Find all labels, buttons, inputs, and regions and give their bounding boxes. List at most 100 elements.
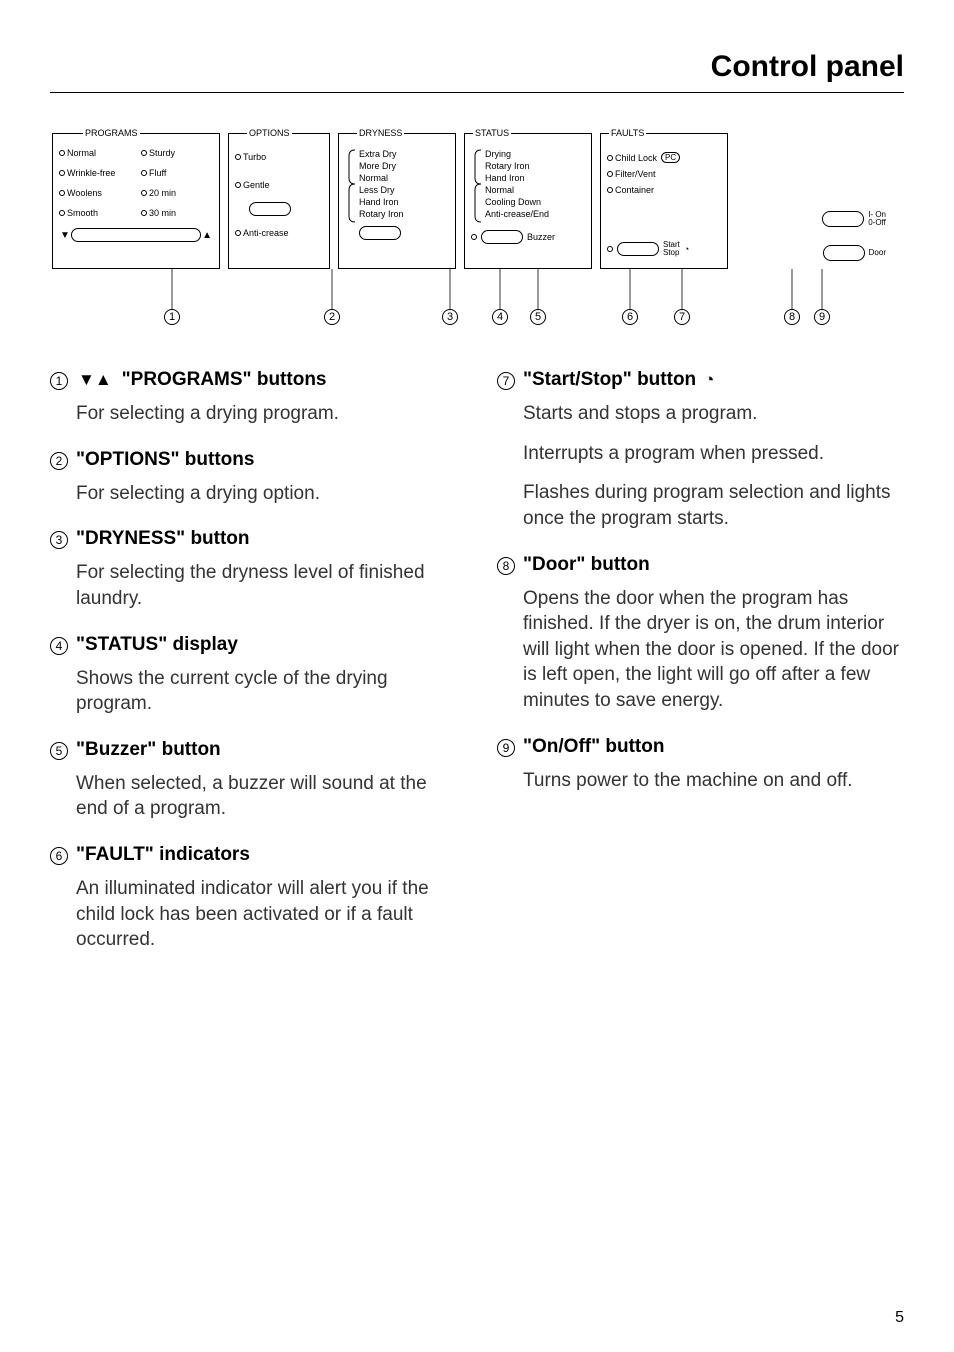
badge-4: 4 <box>50 637 68 655</box>
descriptions: 1 ▼▲ "PROGRAMS" buttons For selecting a … <box>50 369 904 975</box>
status-title: STATUS <box>473 128 511 138</box>
door-button[interactable] <box>823 245 865 261</box>
callout-9: 9 <box>814 309 830 325</box>
callout-5: 5 <box>530 309 546 325</box>
right-column: 7 "Start/Stop" button ◔ Starts and stops… <box>497 369 904 975</box>
dry-less: Less Dry <box>359 184 449 196</box>
prog-sturdy: Sturdy <box>149 148 175 158</box>
prog-30min: 30 min <box>149 208 176 218</box>
desc-3: For selecting the dryness level of finis… <box>50 560 457 611</box>
title-1: "PROGRAMS" buttons <box>122 369 327 391</box>
desc-2: For selecting a drying option. <box>50 481 457 507</box>
page-number: 5 <box>895 1309 904 1327</box>
panel-status: STATUS Drying Rotary Iron Hand Iron Norm… <box>464 133 592 269</box>
prog-woolens: Woolens <box>67 188 102 198</box>
panel-faults: FAULTS Child Lock PC Filter/Vent Contain… <box>600 133 728 269</box>
item-4: 4 "STATUS" display Shows the current cyc… <box>50 634 457 717</box>
down-arrow-icon: ▼ <box>60 230 70 241</box>
callout-8: 8 <box>784 309 800 325</box>
callout-4: 4 <box>492 309 508 325</box>
buzzer-indicator-icon <box>471 234 477 240</box>
programs-title: PROGRAMS <box>83 128 140 138</box>
desc-8: Opens the door when the program has fini… <box>497 586 904 714</box>
panel-right: I- On 0-Off Door <box>736 133 886 269</box>
desc-4: Shows the current cycle of the drying pr… <box>50 666 457 717</box>
callout-7: 7 <box>674 309 690 325</box>
desc-6: An illuminated indicator will alert you … <box>50 876 457 953</box>
door-label: Door <box>869 249 886 257</box>
callout-2: 2 <box>324 309 340 325</box>
fault-filter: Filter/Vent <box>615 169 656 179</box>
badge-8: 8 <box>497 557 515 575</box>
down-up-arrow-icon: ▼▲ <box>78 370 112 390</box>
clock-icon: ◔ <box>684 244 689 254</box>
on-off-button[interactable] <box>822 211 864 227</box>
prog-20min: 20 min <box>149 188 176 198</box>
desc-7c: Flashes during program selection and lig… <box>497 480 904 531</box>
title-9: "On/Off" button <box>523 736 664 758</box>
dry-extra: Extra Dry <box>359 148 449 160</box>
panel-programs: PROGRAMS Normal Wrinkle-free Woolens Smo… <box>52 133 220 269</box>
title-2: "OPTIONS" buttons <box>76 449 254 471</box>
dry-hand: Hand Iron <box>359 196 449 208</box>
status-bracket-icon <box>471 148 485 220</box>
desc-7a: Starts and stops a program. <box>497 401 904 427</box>
buzzer-button[interactable] <box>481 230 523 244</box>
item-5: 5 "Buzzer" button When selected, a buzze… <box>50 739 457 822</box>
badge-5: 5 <box>50 742 68 760</box>
desc-1: For selecting a drying program. <box>50 401 457 427</box>
item-3: 3 "DRYNESS" button For selecting the dry… <box>50 528 457 611</box>
badge-9: 9 <box>497 739 515 757</box>
title-8: "Door" button <box>523 554 650 576</box>
badge-3: 3 <box>50 531 68 549</box>
opt-anticrease: Anti-crease <box>243 228 289 238</box>
start-indicator-icon <box>607 246 613 252</box>
dry-more: More Dry <box>359 160 449 172</box>
item-9: 9 "On/Off" button Turns power to the mac… <box>497 736 904 794</box>
badge-6: 6 <box>50 847 68 865</box>
callout-3: 3 <box>442 309 458 325</box>
desc-5: When selected, a buzzer will sound at th… <box>50 771 457 822</box>
status-cooling: Cooling Down <box>485 196 585 208</box>
prog-wrinkle: Wrinkle-free <box>67 168 115 178</box>
callout-row: 1 2 3 4 5 6 7 8 9 <box>52 269 902 339</box>
prog-smooth: Smooth <box>67 208 98 218</box>
title-5: "Buzzer" button <box>76 739 221 761</box>
item-2: 2 "OPTIONS" buttons For selecting a dryi… <box>50 449 457 507</box>
programs-rocker-button[interactable]: ▼ ▲ <box>71 228 201 242</box>
status-hand: Hand Iron <box>485 172 585 184</box>
start-stop-button[interactable] <box>617 242 659 256</box>
badge-2: 2 <box>50 452 68 470</box>
opt-gentle: Gentle <box>243 180 270 190</box>
options-button[interactable] <box>249 202 291 216</box>
status-end: Anti-crease/End <box>485 208 585 220</box>
opt-turbo: Turbo <box>243 152 266 162</box>
prog-normal: Normal <box>67 148 96 158</box>
dryness-bracket-icon <box>345 148 359 220</box>
callout-6: 6 <box>622 309 638 325</box>
control-panel-diagram: PROGRAMS Normal Wrinkle-free Woolens Smo… <box>52 133 902 339</box>
page-title: Control panel <box>50 50 904 93</box>
status-normal: Normal <box>485 184 585 196</box>
status-rotary: Rotary Iron <box>485 160 585 172</box>
prog-fluff: Fluff <box>149 168 166 178</box>
panel-options: OPTIONS Turbo Gentle Anti-crease <box>228 133 330 269</box>
status-drying: Drying <box>485 148 585 160</box>
fault-childlock: Child Lock <box>615 153 657 163</box>
dry-normal: Normal <box>359 172 449 184</box>
badge-7: 7 <box>497 372 515 390</box>
title-6: "FAULT" indicators <box>76 844 250 866</box>
badge-1: 1 <box>50 372 68 390</box>
item-8: 8 "Door" button Opens the door when the … <box>497 554 904 714</box>
desc-9: Turns power to the machine on and off. <box>497 768 904 794</box>
item-1: 1 ▼▲ "PROGRAMS" buttons For selecting a … <box>50 369 457 427</box>
on-off-label: I- On 0-Off <box>868 211 886 227</box>
start-stop-label: Start Stop <box>663 241 680 257</box>
callout-1: 1 <box>164 309 180 325</box>
item-6: 6 "FAULT" indicators An illuminated indi… <box>50 844 457 953</box>
desc-7b: Interrupts a program when pressed. <box>497 441 904 467</box>
left-column: 1 ▼▲ "PROGRAMS" buttons For selecting a … <box>50 369 457 975</box>
title-7: "Start/Stop" button <box>523 369 696 391</box>
dryness-button[interactable] <box>359 226 401 240</box>
pc-badge: PC <box>661 152 680 163</box>
